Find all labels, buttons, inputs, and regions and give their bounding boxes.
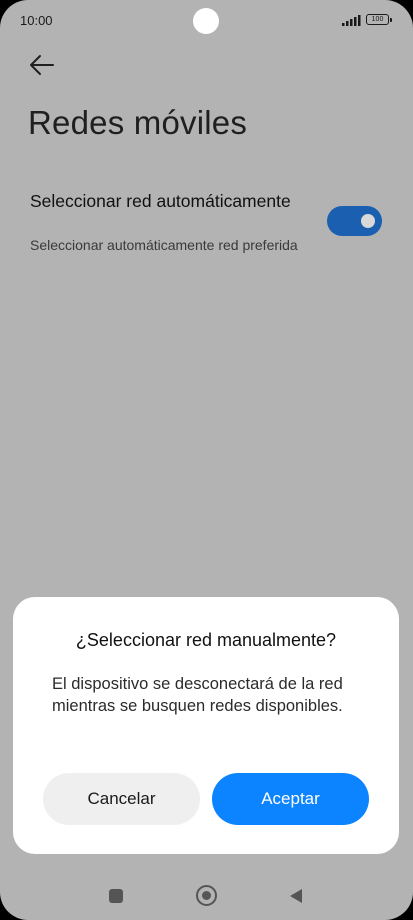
toggle-knob: [361, 214, 375, 228]
status-bar: 10:00 100: [0, 0, 413, 40]
status-time: 10:00: [20, 13, 53, 28]
manual-network-dialog: ¿Seleccionar red manualmente? El disposi…: [13, 597, 399, 854]
cancel-button[interactable]: Cancelar: [43, 773, 200, 825]
setting-title: Seleccionar red automáticamente: [30, 191, 291, 211]
back-triangle-icon[interactable]: [288, 888, 304, 904]
accept-button[interactable]: Aceptar: [212, 773, 369, 825]
battery-icon: 100: [366, 14, 392, 25]
signal-icon: [342, 15, 361, 26]
back-button[interactable]: [28, 52, 56, 78]
setting-description: Seleccionar automáticamente red preferid…: [30, 237, 298, 253]
home-circle-icon[interactable]: [196, 885, 217, 906]
dialog-title: ¿Seleccionar red manualmente?: [75, 630, 337, 650]
page-title: Redes móviles: [28, 104, 248, 141]
navigation-bar: [0, 875, 413, 915]
auto-network-setting[interactable]: Seleccionar red automáticamente Seleccio…: [30, 190, 390, 260]
phone-screen: 10:00 100 Redes móviles Seleccionar red …: [0, 0, 413, 920]
arrow-left-icon: [30, 55, 54, 75]
auto-network-toggle[interactable]: [327, 206, 382, 236]
recents-square-icon[interactable]: [109, 889, 123, 903]
dialog-message: El dispositivo se desconectará de la red…: [52, 675, 343, 715]
camera-cutout: [193, 8, 219, 34]
battery-level: 100: [371, 16, 384, 23]
